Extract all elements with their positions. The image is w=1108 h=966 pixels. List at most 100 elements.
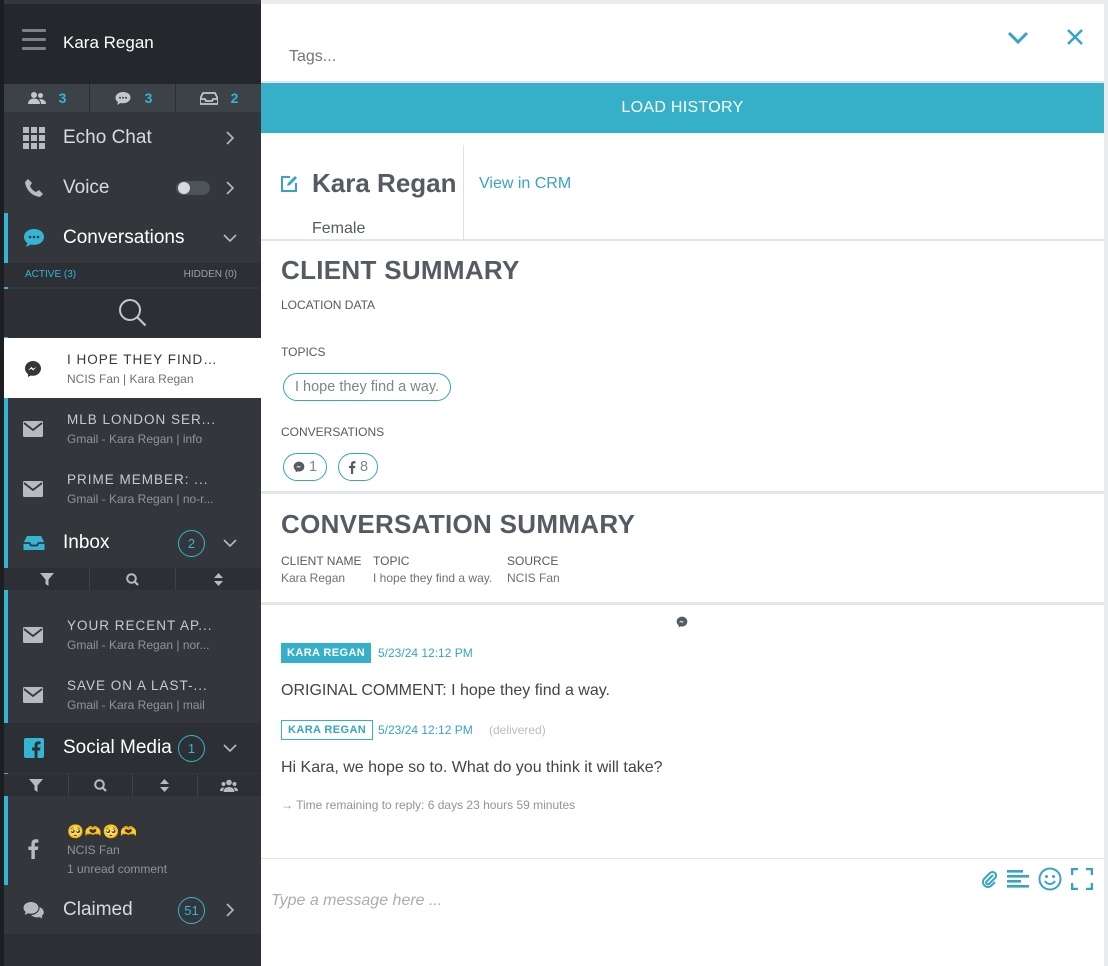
tab-active[interactable]: ACTIVE (3) <box>25 269 76 280</box>
nav-label: Inbox <box>63 532 110 553</box>
messenger-count-pill[interactable]: 1 <box>283 453 328 481</box>
topics-label: TOPICS <box>281 345 326 359</box>
paperclip-icon[interactable] <box>977 867 1001 891</box>
inbox-item-subtitle: Gmail - Kara Regan | nor... <box>67 638 210 652</box>
search-icon[interactable] <box>90 568 176 590</box>
social-item-title: 🥺🫶🥺🫶 <box>67 824 139 839</box>
conversation-item[interactable]: PRIME MEMBER: ... Gmail - Kara Regan | n… <box>4 458 261 518</box>
conversation-title: PRIME MEMBER: ... <box>67 472 209 487</box>
nav-claimed[interactable]: Claimed 51 <box>4 885 261 935</box>
client-name-label: CLIENT NAME <box>281 554 362 568</box>
chevron-right-icon <box>226 181 235 195</box>
message-body: ORIGINAL COMMENT: I hope they find a way… <box>281 682 610 699</box>
agent-name: Kara Regan <box>63 33 154 52</box>
inbox-item-subtitle: Gmail - Kara Regan | mail <box>67 698 205 712</box>
hamburger-menu-icon[interactable] <box>22 29 46 53</box>
users-count[interactable]: 3 <box>4 84 90 112</box>
chevron-down-icon[interactable] <box>1006 28 1030 48</box>
sort-icon[interactable] <box>133 774 198 796</box>
nav-label: Echo Chat <box>63 127 152 148</box>
envelope-icon <box>22 418 44 440</box>
users-icon <box>27 90 47 106</box>
nav-social-media[interactable]: Social Media 1 <box>4 723 261 773</box>
message-composer <box>261 858 1104 966</box>
topic-pill[interactable]: I hope they find a way. <box>283 373 452 401</box>
chat-bubble-icon <box>22 226 46 250</box>
source-label: SOURCE <box>507 554 559 568</box>
message-author-tag: KARA REGAN <box>281 720 374 740</box>
contact-gender: Female <box>312 220 366 237</box>
conversation-subtitle: NCIS Fan | Kara Regan <box>67 372 194 386</box>
inbox-item-title: YOUR RECENT AP... <box>67 618 213 633</box>
topic-label: TOPIC <box>373 554 410 568</box>
client-summary-title: CLIENT SUMMARY <box>281 255 520 285</box>
panel-border <box>1104 0 1108 966</box>
sort-icon[interactable] <box>176 568 261 590</box>
inbox-toolbar <box>4 568 261 590</box>
inbox-item[interactable]: YOUR RECENT AP... Gmail - Kara Regan | n… <box>4 604 261 664</box>
chevron-right-icon <box>226 131 235 145</box>
facebook-icon <box>22 838 44 860</box>
topic-value: I hope they find a way. <box>373 571 493 585</box>
facebook-icon <box>22 736 46 760</box>
sidebar-header: Kara Regan <box>4 4 261 84</box>
close-icon[interactable] <box>1065 27 1085 47</box>
conversation-summary: CONVERSATION SUMMARY CLIENT NAME Kara Re… <box>261 497 1104 605</box>
messenger-icon <box>676 616 688 628</box>
inbox-item[interactable]: SAVE ON A LAST-... Gmail - Kara Regan | … <box>4 664 261 724</box>
nav-conversations[interactable]: Conversations <box>4 213 261 263</box>
fullscreen-icon[interactable] <box>1070 867 1094 891</box>
inbox-count[interactable]: 2 <box>176 84 261 112</box>
conversation-subtitle: Gmail - Kara Regan | no-r... <box>67 492 214 506</box>
voice-toggle[interactable] <box>176 181 210 195</box>
emoji-icon[interactable] <box>1038 867 1062 891</box>
text-align-icon[interactable] <box>1006 867 1030 891</box>
tags-input[interactable] <box>289 48 889 66</box>
tab-hidden[interactable]: HIDDEN (0) <box>184 269 237 280</box>
filter-icon[interactable] <box>4 568 90 590</box>
search-icon <box>118 299 146 327</box>
chevron-right-icon <box>226 903 235 917</box>
conversation-tabs: ACTIVE (3) HIDDEN (0) <box>4 263 261 287</box>
message-timestamp: 5/23/24 12:12 PM <box>378 723 473 737</box>
nav-voice[interactable]: Voice <box>4 163 261 213</box>
search-icon[interactable] <box>69 774 133 796</box>
divider <box>463 145 464 241</box>
inbox-item-title: SAVE ON A LAST-... <box>67 678 208 693</box>
load-history-button[interactable]: LOAD HISTORY <box>261 83 1104 133</box>
facebook-count-pill[interactable]: 8 <box>338 453 379 481</box>
social-item-subtitle: NCIS Fan <box>67 843 120 857</box>
tags-bar <box>261 0 1104 83</box>
message-status: (delivered) <box>489 723 546 737</box>
social-count-badge: 1 <box>178 734 205 762</box>
conversation-item[interactable]: MLB LONDON SER... Gmail - Kara Regan | i… <box>4 398 261 458</box>
status-counts: 3 3 2 <box>4 84 261 112</box>
users-icon[interactable] <box>198 774 262 796</box>
nav-label: Claimed <box>63 899 133 920</box>
nav-echo-chat[interactable]: Echo Chat <box>4 113 261 163</box>
conversation-title: I HOPE THEY FIND... <box>67 352 217 367</box>
chat-count-value: 3 <box>144 90 153 106</box>
message-body: Hi Kara, we hope so to. What do you thin… <box>281 759 663 776</box>
client-summary: CLIENT SUMMARY LOCATION DATA TOPICS I ho… <box>261 243 1104 494</box>
filter-icon[interactable] <box>4 774 69 796</box>
envelope-icon <box>22 624 44 646</box>
source-value: NCIS Fan <box>507 571 560 585</box>
nav-inbox[interactable]: Inbox 2 <box>4 518 261 568</box>
sidebar-footer <box>4 934 261 966</box>
chat-bubble-icon <box>113 90 133 106</box>
conversation-item[interactable]: I HOPE THEY FIND... NCIS Fan | Kara Rega… <box>4 338 261 398</box>
phone-icon <box>22 176 46 200</box>
chat-count[interactable]: 3 <box>90 84 176 112</box>
envelope-icon <box>22 684 44 706</box>
messenger-icon <box>293 461 305 473</box>
conversation-search[interactable] <box>4 289 261 337</box>
social-item[interactable]: 🥺🫶🥺🫶 NCIS Fan 1 unread comment <box>4 806 261 885</box>
message-timestamp: 5/23/24 12:12 PM <box>378 646 473 660</box>
view-in-crm-link[interactable]: View in CRM <box>479 175 571 193</box>
edit-icon[interactable] <box>280 175 298 193</box>
message-input[interactable] <box>271 892 871 910</box>
nav-label: Voice <box>63 177 110 198</box>
envelope-icon <box>22 478 44 500</box>
social-item-unread: 1 unread comment <box>67 862 168 876</box>
